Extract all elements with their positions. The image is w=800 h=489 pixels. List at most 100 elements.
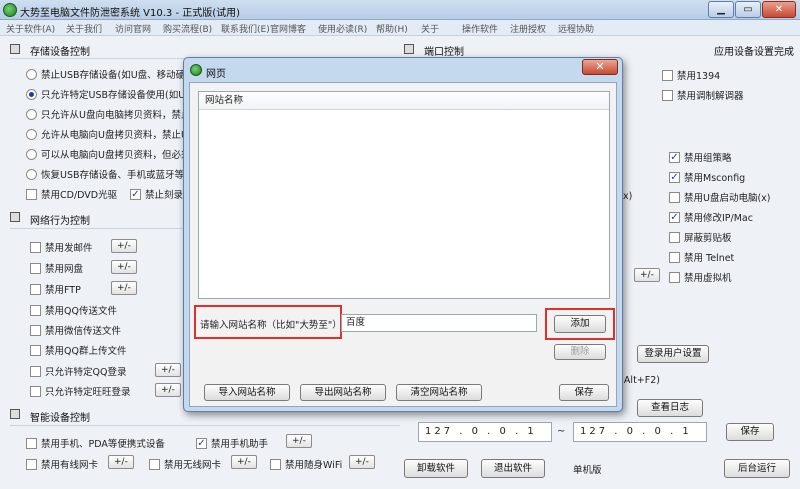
disable-group-policy-checkbox[interactable]: 禁用组策略 — [669, 150, 732, 164]
checkbox[interactable] — [26, 188, 37, 200]
vm-plus-minus-button[interactable]: +/- — [634, 268, 660, 282]
ip-start-field[interactable]: 127 . 0 . 0 . 1 — [418, 422, 552, 442]
disable-wired-nic-checkbox[interactable]: 禁用有线网卡 — [26, 457, 98, 471]
checkbox[interactable] — [669, 251, 680, 263]
checkbox[interactable] — [30, 304, 41, 316]
disable-burn-checkbox[interactable]: 禁止刻录( — [130, 187, 187, 201]
disable-ip-mac-checkbox[interactable]: 禁用修改IP/Mac — [669, 210, 753, 224]
menu-about[interactable]: 关于 — [421, 22, 439, 35]
website-list[interactable]: 网站名称 — [198, 91, 610, 299]
checkbox-checked[interactable] — [669, 151, 680, 163]
checkbox[interactable] — [662, 69, 673, 81]
wireless-plus-minus-button[interactable]: +/- — [231, 455, 257, 469]
disable-netdisk-checkbox[interactable]: 禁用网盘 — [30, 261, 83, 275]
storage-option-4[interactable]: 允许从电脑向U盘拷贝资料，禁止U盘 — [26, 127, 197, 141]
disable-wechat-file-checkbox[interactable]: 禁用微信传送文件 — [30, 323, 121, 337]
email-plus-minus-button[interactable]: +/- — [111, 239, 137, 253]
wangwang-plus-minus-button[interactable]: +/- — [155, 383, 181, 397]
checkbox-checked[interactable] — [669, 171, 680, 183]
dialog-save-button[interactable]: 保存 — [559, 384, 609, 401]
checkbox[interactable] — [669, 191, 680, 203]
ip-end-field[interactable]: 127 . 0 . 0 . 1 — [573, 422, 707, 442]
checkbox[interactable] — [30, 365, 41, 377]
checkbox[interactable] — [30, 324, 41, 336]
menu-contact[interactable]: 联系我们(E) — [221, 22, 270, 35]
disable-msconfig-checkbox[interactable]: 禁用Msconfig — [669, 170, 745, 184]
website-name-input[interactable]: 百度 — [341, 314, 537, 332]
checkbox-checked[interactable] — [130, 188, 141, 200]
dialog-close-icon[interactable]: ✕ — [582, 59, 618, 75]
close-button[interactable]: ✕ — [762, 1, 796, 18]
checkbox[interactable] — [149, 458, 160, 470]
uninstall-button[interactable]: 卸载软件 — [404, 459, 468, 478]
disable-phone-helper-checkbox[interactable]: 禁用手机助手 — [196, 436, 268, 450]
checkbox[interactable] — [30, 283, 41, 295]
storage-option-2[interactable]: 只允许特定USB存储设备使用(如U盘 — [26, 87, 195, 101]
menu-help[interactable]: 帮助(H) — [376, 22, 408, 35]
checkbox[interactable] — [30, 262, 41, 274]
export-websites-button[interactable]: 导出网站名称 — [300, 384, 386, 401]
checkbox[interactable] — [26, 437, 37, 449]
radio-button-selected[interactable] — [26, 88, 37, 100]
menu-readme[interactable]: 使用必读(R) — [318, 22, 367, 35]
import-websites-button[interactable]: 导入网站名称 — [204, 384, 290, 401]
disable-usb-boot-checkbox[interactable]: 禁用U盘启动电脑(x) — [669, 190, 771, 204]
background-run-button[interactable]: 后台运行 — [724, 459, 790, 478]
exit-button[interactable]: 退出软件 — [481, 459, 545, 478]
add-button[interactable]: 添加 — [554, 315, 606, 333]
storage-option-1[interactable]: 禁止USB存储设备(如U盘、移动硬盘 — [26, 67, 195, 81]
menu-blog[interactable]: 官网博客 — [270, 22, 306, 35]
storage-option-6[interactable]: 恢复USB存储设备、手机或蓝牙等设 — [26, 167, 194, 181]
checkbox[interactable] — [30, 241, 41, 253]
radio-button[interactable] — [26, 168, 37, 180]
radio-button[interactable] — [26, 68, 37, 80]
disable-1394-checkbox[interactable]: 禁用1394 — [662, 68, 720, 82]
qq-plus-minus-button[interactable]: +/- — [155, 363, 181, 377]
allow-specific-qq-checkbox[interactable]: 只允许特定QQ登录 — [30, 364, 126, 378]
checkbox[interactable] — [30, 385, 41, 397]
checkbox-checked[interactable] — [669, 211, 680, 223]
ip-save-button[interactable]: 保存 — [726, 423, 774, 441]
disable-cd-checkbox[interactable]: 禁用CD/DVD光驱 — [26, 187, 117, 201]
wifi-plus-minus-button[interactable]: +/- — [349, 455, 375, 469]
menu-remote[interactable]: 远程协助 — [558, 22, 594, 35]
checkbox[interactable] — [669, 271, 680, 283]
netdisk-plus-minus-button[interactable]: +/- — [111, 260, 137, 274]
checkbox[interactable] — [662, 89, 673, 101]
disable-telnet-checkbox[interactable]: 禁用 Telnet — [669, 250, 734, 264]
ftp-plus-minus-button[interactable]: +/- — [111, 281, 137, 295]
wired-plus-minus-button[interactable]: +/- — [108, 455, 134, 469]
menu-purchase[interactable]: 购买流程(B) — [163, 22, 212, 35]
menu-register[interactable]: 注册授权 — [510, 22, 546, 35]
login-user-settings-button[interactable]: 登录用户设置 — [637, 345, 709, 363]
storage-option-5[interactable]: 可以从电脑向U盘拷贝资料，但必须 — [26, 147, 190, 161]
disable-ftp-checkbox[interactable]: 禁用FTP — [30, 282, 81, 296]
minimize-button[interactable]: ▁ — [708, 1, 734, 18]
disable-wifi-checkbox[interactable]: 禁用随身WiFi — [270, 457, 342, 471]
disable-modem-checkbox[interactable]: 禁用调制解调器 — [662, 88, 744, 102]
checkbox[interactable] — [270, 458, 281, 470]
radio-button[interactable] — [26, 148, 37, 160]
disable-phone-checkbox[interactable]: 禁用手机、PDA等便携式设备 — [26, 436, 165, 450]
maximize-button[interactable]: ▭ — [735, 1, 761, 18]
clear-websites-button[interactable]: 清空网站名称 — [396, 384, 482, 401]
view-log-button[interactable]: 查看日志 — [637, 399, 703, 417]
menu-official-site[interactable]: 访问官网 — [115, 22, 151, 35]
radio-button[interactable] — [26, 108, 37, 120]
menu-operate[interactable]: 操作软件 — [462, 22, 498, 35]
storage-option-3[interactable]: 只允许从U盘向电脑拷贝资料，禁止 — [26, 107, 190, 121]
block-clipboard-checkbox[interactable]: 屏蔽剪贴板 — [669, 230, 732, 244]
disable-vm-checkbox[interactable]: 禁用虚拟机 — [669, 270, 732, 284]
checkbox-checked[interactable] — [196, 437, 207, 449]
radio-button[interactable] — [26, 128, 37, 140]
checkbox[interactable] — [669, 231, 680, 243]
disable-wireless-nic-checkbox[interactable]: 禁用无线网卡 — [149, 457, 221, 471]
delete-button[interactable]: 删除 — [554, 344, 606, 360]
menu-about-software[interactable]: 关于软件(A) — [6, 22, 55, 35]
phone-helper-plus-minus-button[interactable]: +/- — [286, 434, 312, 448]
menu-about-us[interactable]: 关于我们 — [66, 22, 102, 35]
disable-qq-file-checkbox[interactable]: 禁用QQ传送文件 — [30, 303, 117, 317]
allow-specific-wangwang-checkbox[interactable]: 只允许特定旺旺登录 — [30, 384, 131, 398]
checkbox[interactable] — [30, 344, 41, 356]
disable-qq-group-upload-checkbox[interactable]: 禁用QQ群上传文件 — [30, 343, 126, 357]
